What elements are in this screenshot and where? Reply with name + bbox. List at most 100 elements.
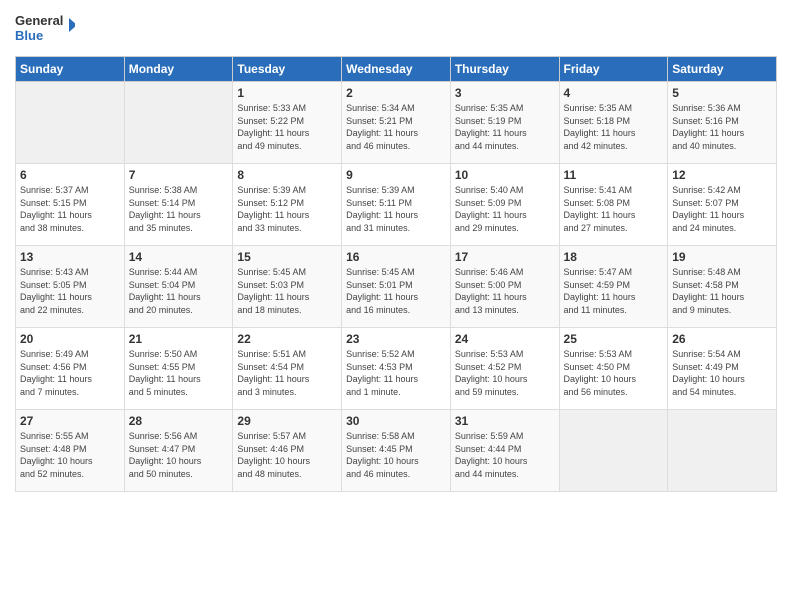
weekday-header-saturday: Saturday [668, 57, 777, 82]
weekday-header-friday: Friday [559, 57, 668, 82]
calendar-cell: 20 Sunrise: 5:49 AMSunset: 4:56 PMDayligh… [16, 328, 125, 410]
calendar-cell: 29 Sunrise: 5:57 AMSunset: 4:46 PMDayligh… [233, 410, 342, 492]
calendar-cell: 6 Sunrise: 5:37 AMSunset: 5:15 PMDaylight… [16, 164, 125, 246]
day-detail: Sunrise: 5:59 AMSunset: 4:44 PMDaylight:… [455, 430, 555, 480]
header: General Blue [15, 10, 777, 48]
calendar-table: SundayMondayTuesdayWednesdayThursdayFrid… [15, 56, 777, 492]
day-number: 16 [346, 250, 446, 264]
day-detail: Sunrise: 5:45 AMSunset: 5:03 PMDaylight:… [237, 266, 337, 316]
calendar-cell: 16Sunrise: 5:45 AMSunset: 5:01 PMDayligh… [342, 246, 451, 328]
calendar-cell: 22 Sunrise: 5:51 AMSunset: 4:54 PMDayligh… [233, 328, 342, 410]
calendar-cell [124, 82, 233, 164]
weekday-header-row: SundayMondayTuesdayWednesdayThursdayFrid… [16, 57, 777, 82]
calendar-cell: 15Sunrise: 5:45 AMSunset: 5:03 PMDayligh… [233, 246, 342, 328]
day-detail: Sunrise: 5:47 AMSunset: 4:59 PMDaylight:… [564, 266, 664, 316]
day-detail: Sunrise: 5:35 AMSunset: 5:19 PMDaylight:… [455, 102, 555, 152]
calendar-cell: 24 Sunrise: 5:53 AMSunset: 4:52 PMDayligh… [450, 328, 559, 410]
calendar-cell: 27 Sunrise: 5:55 AMSunset: 4:48 PMDayligh… [16, 410, 125, 492]
day-detail: Sunrise: 5:44 AMSunset: 5:04 PMDaylight:… [129, 266, 229, 316]
day-detail: Sunrise: 5:52 AMSunset: 4:53 PMDaylight:… [346, 348, 446, 398]
day-number: 20 [20, 332, 120, 346]
day-detail: Sunrise: 5:49 AMSunset: 4:56 PMDaylight:… [20, 348, 120, 398]
calendar-cell: 9 Sunrise: 5:39 AMSunset: 5:11 PMDaylight… [342, 164, 451, 246]
day-detail: Sunrise: 5:37 AMSunset: 5:15 PMDaylight:… [20, 184, 120, 234]
day-number: 31 [455, 414, 555, 428]
day-detail: Sunrise: 5:35 AMSunset: 5:18 PMDaylight:… [564, 102, 664, 152]
day-number: 6 [20, 168, 120, 182]
logo: General Blue [15, 10, 75, 48]
day-detail: Sunrise: 5:39 AMSunset: 5:12 PMDaylight:… [237, 184, 337, 234]
day-number: 17 [455, 250, 555, 264]
day-number: 26 [672, 332, 772, 346]
calendar-cell: 31 Sunrise: 5:59 AMSunset: 4:44 PMDayligh… [450, 410, 559, 492]
day-number: 27 [20, 414, 120, 428]
day-number: 29 [237, 414, 337, 428]
day-detail: Sunrise: 5:43 AMSunset: 5:05 PMDaylight:… [20, 266, 120, 316]
calendar-cell: 4 Sunrise: 5:35 AMSunset: 5:18 PMDaylight… [559, 82, 668, 164]
calendar-cell: 12 Sunrise: 5:42 AMSunset: 5:07 PMDayligh… [668, 164, 777, 246]
calendar-cell: 30Sunrise: 5:58 AMSunset: 4:45 PMDayligh… [342, 410, 451, 492]
calendar-cell: 19 Sunrise: 5:48 AMSunset: 4:58 PMDayligh… [668, 246, 777, 328]
day-number: 1 [237, 86, 337, 100]
day-number: 24 [455, 332, 555, 346]
calendar-cell: 21 Sunrise: 5:50 AMSunset: 4:55 PMDayligh… [124, 328, 233, 410]
calendar-cell: 18 Sunrise: 5:47 AMSunset: 4:59 PMDayligh… [559, 246, 668, 328]
calendar-cell: 14 Sunrise: 5:44 AMSunset: 5:04 PMDayligh… [124, 246, 233, 328]
calendar-cell: 28Sunrise: 5:56 AMSunset: 4:47 PMDayligh… [124, 410, 233, 492]
svg-text:Blue: Blue [15, 28, 43, 43]
day-detail: Sunrise: 5:53 AMSunset: 4:52 PMDaylight:… [455, 348, 555, 398]
day-number: 28 [129, 414, 229, 428]
calendar-cell: 2Sunrise: 5:34 AMSunset: 5:21 PMDaylight… [342, 82, 451, 164]
day-number: 9 [346, 168, 446, 182]
day-number: 21 [129, 332, 229, 346]
day-detail: Sunrise: 5:40 AMSunset: 5:09 PMDaylight:… [455, 184, 555, 234]
day-detail: Sunrise: 5:33 AMSunset: 5:22 PMDaylight:… [237, 102, 337, 152]
day-number: 18 [564, 250, 664, 264]
calendar-week-3: 13 Sunrise: 5:43 AMSunset: 5:05 PMDayligh… [16, 246, 777, 328]
calendar-cell: 5Sunrise: 5:36 AMSunset: 5:16 PMDaylight… [668, 82, 777, 164]
day-number: 23 [346, 332, 446, 346]
day-detail: Sunrise: 5:48 AMSunset: 4:58 PMDaylight:… [672, 266, 772, 316]
day-detail: Sunrise: 5:54 AMSunset: 4:49 PMDaylight:… [672, 348, 772, 398]
day-number: 11 [564, 168, 664, 182]
svg-text:General: General [15, 13, 63, 28]
calendar-cell: 13 Sunrise: 5:43 AMSunset: 5:05 PMDayligh… [16, 246, 125, 328]
weekday-header-wednesday: Wednesday [342, 57, 451, 82]
calendar-cell [16, 82, 125, 164]
day-number: 8 [237, 168, 337, 182]
calendar-cell: 3Sunrise: 5:35 AMSunset: 5:19 PMDaylight… [450, 82, 559, 164]
calendar-week-5: 27 Sunrise: 5:55 AMSunset: 4:48 PMDayligh… [16, 410, 777, 492]
calendar-cell [668, 410, 777, 492]
logo-svg: General Blue [15, 10, 75, 48]
day-number: 7 [129, 168, 229, 182]
day-number: 5 [672, 86, 772, 100]
weekday-header-tuesday: Tuesday [233, 57, 342, 82]
day-detail: Sunrise: 5:50 AMSunset: 4:55 PMDaylight:… [129, 348, 229, 398]
calendar-cell: 8 Sunrise: 5:39 AMSunset: 5:12 PMDaylight… [233, 164, 342, 246]
day-number: 22 [237, 332, 337, 346]
weekday-header-sunday: Sunday [16, 57, 125, 82]
day-detail: Sunrise: 5:39 AMSunset: 5:11 PMDaylight:… [346, 184, 446, 234]
day-detail: Sunrise: 5:34 AMSunset: 5:21 PMDaylight:… [346, 102, 446, 152]
calendar-week-4: 20 Sunrise: 5:49 AMSunset: 4:56 PMDayligh… [16, 328, 777, 410]
day-number: 4 [564, 86, 664, 100]
calendar-cell: 23 Sunrise: 5:52 AMSunset: 4:53 PMDayligh… [342, 328, 451, 410]
calendar-cell: 17 Sunrise: 5:46 AMSunset: 5:00 PMDayligh… [450, 246, 559, 328]
day-detail: Sunrise: 5:46 AMSunset: 5:00 PMDaylight:… [455, 266, 555, 316]
calendar-week-2: 6 Sunrise: 5:37 AMSunset: 5:15 PMDaylight… [16, 164, 777, 246]
day-number: 12 [672, 168, 772, 182]
weekday-header-monday: Monday [124, 57, 233, 82]
calendar-cell: 25Sunrise: 5:53 AMSunset: 4:50 PMDayligh… [559, 328, 668, 410]
weekday-header-thursday: Thursday [450, 57, 559, 82]
day-detail: Sunrise: 5:55 AMSunset: 4:48 PMDaylight:… [20, 430, 120, 480]
day-detail: Sunrise: 5:42 AMSunset: 5:07 PMDaylight:… [672, 184, 772, 234]
calendar-cell: 11Sunrise: 5:41 AMSunset: 5:08 PMDayligh… [559, 164, 668, 246]
day-detail: Sunrise: 5:38 AMSunset: 5:14 PMDaylight:… [129, 184, 229, 234]
page: General Blue SundayMondayTuesdayWednesda… [0, 0, 792, 612]
day-number: 30 [346, 414, 446, 428]
day-detail: Sunrise: 5:51 AMSunset: 4:54 PMDaylight:… [237, 348, 337, 398]
day-number: 13 [20, 250, 120, 264]
day-number: 14 [129, 250, 229, 264]
day-number: 19 [672, 250, 772, 264]
day-detail: Sunrise: 5:57 AMSunset: 4:46 PMDaylight:… [237, 430, 337, 480]
